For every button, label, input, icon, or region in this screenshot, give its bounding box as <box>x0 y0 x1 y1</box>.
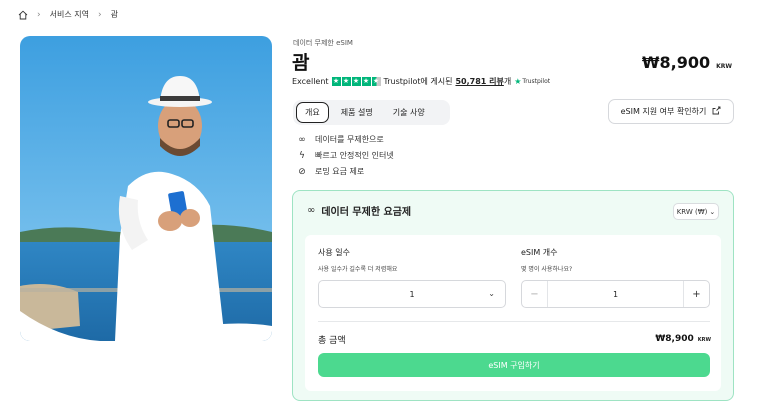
increment-button[interactable]: + <box>683 281 709 307</box>
product-hero-image <box>20 36 272 341</box>
feature-list: ∞ 데이터를 무제한으로 ϟ 빠르고 안정적인 인터넷 ⊘ 로밍 요금 제로 <box>297 134 394 177</box>
breadcrumb-item-service-area[interactable]: 서비스 지역 <box>50 9 89 20</box>
rating-posted-text: 에 게시된 <box>420 77 453 86</box>
divider <box>318 321 710 322</box>
star-icon: ★ <box>331 77 341 86</box>
rating-source: Trustpilot <box>383 77 421 86</box>
trustpilot-badge-label: Trustpilot <box>522 78 551 85</box>
chevron-down-icon: ⌄ <box>709 207 716 216</box>
product-kicker: 데이터 무제한 eSIM <box>293 39 353 47</box>
buy-esim-button[interactable]: eSIM 구입하기 <box>318 353 710 377</box>
rating-label: Excellent <box>292 77 329 86</box>
page-title: 괌 <box>292 52 310 74</box>
feature-label: 빠르고 안정적인 인터넷 <box>315 151 394 160</box>
product-tabs: 개요 제품 설명 기술 사양 <box>293 100 450 125</box>
lightning-icon: ϟ <box>299 150 305 161</box>
feature-item: ⊘ 로밍 요금 제로 <box>297 166 394 177</box>
feature-item: ϟ 빠르고 안정적인 인터넷 <box>297 150 394 161</box>
infinity-icon: ∞ <box>307 205 316 216</box>
infinity-icon: ∞ <box>298 134 306 145</box>
price-amount: ₩8,900 <box>641 53 711 72</box>
feature-label: 로밍 요금 제로 <box>315 167 365 176</box>
chevron-down-icon: ⌄ <box>488 289 495 298</box>
feature-item: ∞ 데이터를 무제한으로 <box>297 134 394 145</box>
decrement-button[interactable]: − <box>522 281 548 307</box>
quantity-value[interactable]: 1 <box>548 290 683 299</box>
total-amount: ₩8,900 <box>655 334 694 344</box>
tab-description[interactable]: 제품 설명 <box>333 103 381 122</box>
trustpilot-rating[interactable]: Excellent ★ ★ ★ ★ ★ Trustpilot 에 게시된 50,7… <box>292 76 550 87</box>
rating-stars: ★ ★ ★ ★ ★ <box>331 77 381 86</box>
breadcrumb-item-current: 괌 <box>110 10 118 19</box>
days-hint: 사용 일수가 길수록 더 저렴해요 <box>318 266 398 273</box>
review-count-link[interactable]: 50,781 리뷰 <box>455 76 503 87</box>
total-label: 총 금액 <box>318 336 346 346</box>
plan-options-panel: 사용 일수 사용 일수가 길수록 더 저렴해요 1 ⌄ eSIM 개수 몇 명이… <box>305 235 721 391</box>
total-currency: KRW <box>697 337 711 343</box>
check-button-label: eSIM 지원 여부 확인하기 <box>620 107 707 116</box>
plan-heading-label: 데이터 무제한 요금제 <box>321 207 412 218</box>
check-esim-compatibility-button[interactable]: eSIM 지원 여부 확인하기 <box>608 99 734 124</box>
star-icon: ★ <box>341 77 351 86</box>
plan-card: ∞ 데이터 무제한 요금제 KRW (₩) ⌄ 사용 일수 사용 일수가 길수록… <box>292 190 734 401</box>
star-icon: ★ <box>361 77 371 86</box>
breadcrumb: › 서비스 지역 › 괌 <box>18 9 118 20</box>
total-price: ₩8,900 KRW <box>655 334 711 344</box>
tab-specs[interactable]: 기술 사양 <box>385 103 433 122</box>
days-label: 사용 일수 <box>318 248 350 257</box>
currency-select[interactable]: KRW (₩) ⌄ <box>673 203 719 220</box>
rating-suffix: 개 <box>503 77 512 86</box>
home-icon[interactable] <box>18 10 28 20</box>
currency-select-value: KRW (₩) <box>676 207 708 216</box>
star-icon: ★ <box>351 77 361 86</box>
price-currency: KRW <box>716 63 732 70</box>
external-link-icon <box>712 106 721 117</box>
trustpilot-badge: ★ Trustpilot <box>514 77 550 86</box>
star-half-icon: ★ <box>371 77 381 86</box>
chevron-right-icon: › <box>97 9 102 20</box>
days-select-value: 1 <box>409 289 415 299</box>
no-roaming-icon: ⊘ <box>298 166 306 177</box>
esim-count-label: eSIM 개수 <box>521 248 558 257</box>
tab-overview[interactable]: 개요 <box>296 102 329 123</box>
plan-heading: ∞ 데이터 무제한 요금제 <box>307 203 411 218</box>
days-select[interactable]: 1 ⌄ <box>318 280 506 308</box>
product-price: ₩8,900 KRW <box>642 53 732 72</box>
feature-label: 데이터를 무제한으로 <box>315 135 384 144</box>
chevron-right-icon: › <box>37 9 41 20</box>
trustpilot-star-icon: ★ <box>514 77 522 86</box>
quantity-stepper: − 1 + <box>521 280 710 308</box>
esim-count-hint: 몇 명이 사용하나요? <box>521 266 573 273</box>
